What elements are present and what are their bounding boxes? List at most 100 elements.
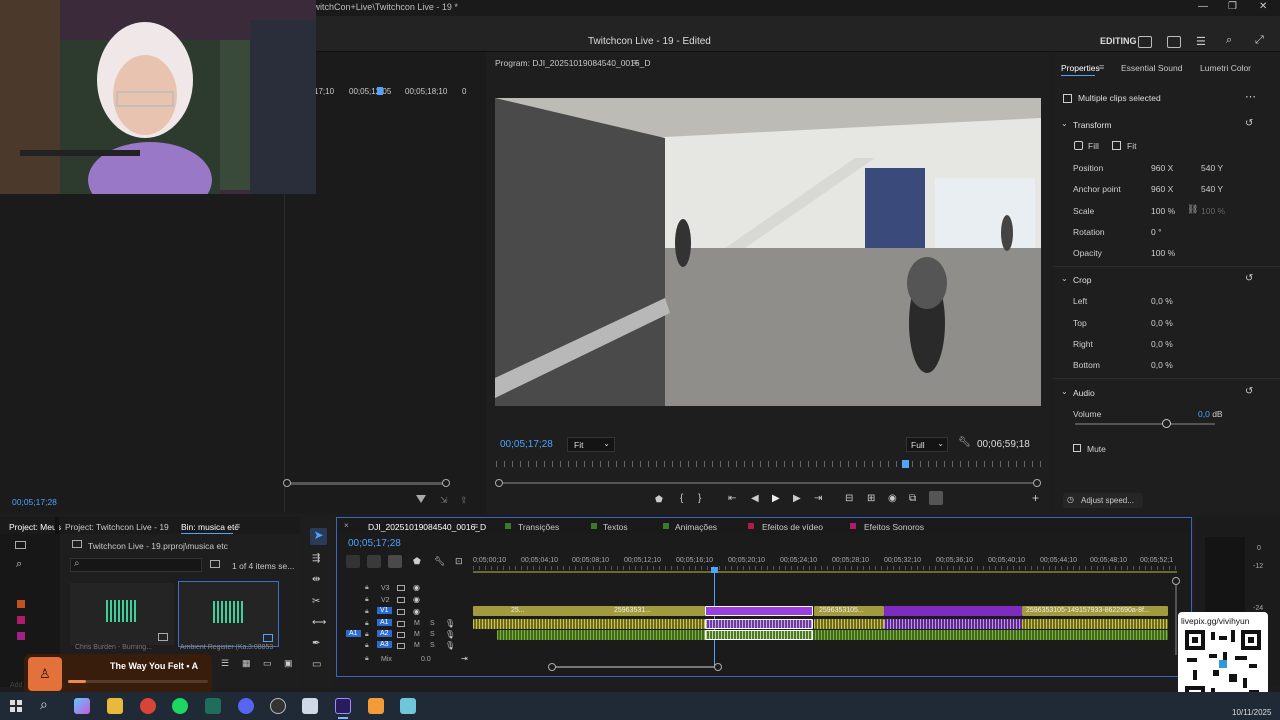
program-scroll-left[interactable]: [495, 479, 503, 487]
volume-slider-track[interactable]: [1075, 423, 1215, 425]
volume-slider-knob[interactable]: [1162, 419, 1171, 428]
wrench-icon[interactable]: 🔧︎: [958, 437, 971, 448]
notepad-icon[interactable]: [400, 698, 416, 714]
add-marker-icon[interactable]: ⬟: [413, 556, 421, 567]
mark-in-icon[interactable]: {: [680, 493, 683, 504]
ripple-edit-tool-icon[interactable]: ⇹: [312, 574, 320, 585]
solo-track-icon[interactable]: S: [430, 620, 435, 627]
captions-icon[interactable]: ⊡: [455, 556, 463, 567]
fill-option[interactable]: Fill: [1088, 141, 1099, 151]
go-to-in-icon[interactable]: ⇤: [728, 493, 736, 504]
lock-icon[interactable]: 🔒︎: [365, 584, 369, 592]
menu-lines-icon[interactable]: ☰: [1196, 35, 1206, 48]
crop-bottom-value[interactable]: 0,0 %: [1151, 360, 1173, 370]
go-to-out-icon[interactable]: ⇥: [814, 493, 822, 504]
delete-icon[interactable]: ▣: [284, 658, 293, 669]
extract-icon[interactable]: ⊞: [867, 493, 875, 504]
new-folder-icon[interactable]: ▭: [263, 658, 272, 669]
zoom-fit-dropdown[interactable]: Fit ⌄: [567, 437, 615, 452]
a2-audio-clip[interactable]: [497, 630, 1168, 640]
timeline-settings-icon[interactable]: 🔧︎: [434, 556, 445, 567]
bin-search-input[interactable]: [70, 558, 202, 572]
panel-layout-icon[interactable]: [1138, 36, 1152, 48]
pen-tool-icon[interactable]: ✒︎: [312, 638, 320, 649]
step-back-icon[interactable]: ◀︎: [751, 493, 759, 504]
microphone-icon[interactable]: 🎙︎: [445, 619, 455, 628]
tab-project-meus[interactable]: Project: Meus: [9, 522, 61, 532]
now-playing-popup[interactable]: ♙ The Way You Felt • A: [24, 654, 212, 694]
mute-track-icon[interactable]: M: [414, 631, 420, 638]
search-icon[interactable]: ⌕: [1226, 34, 1232, 47]
program-playhead[interactable]: [902, 460, 909, 468]
reset-icon[interactable]: ↺: [1245, 273, 1253, 284]
compare-icon[interactable]: ⧉: [909, 493, 916, 504]
a1-audio-clip-purple[interactable]: [884, 619, 1022, 629]
start-windows-icon[interactable]: [10, 700, 22, 712]
filter-icon[interactable]: [416, 495, 426, 503]
camera-icon[interactable]: ◉: [888, 493, 897, 504]
track-select-tool-icon[interactable]: ⇶: [312, 553, 320, 564]
media-tile-2[interactable]: [178, 581, 279, 647]
track-label-v1[interactable]: V1: [377, 607, 392, 614]
close-icon[interactable]: ×: [344, 521, 349, 530]
vertical-scroll-top[interactable]: [1172, 577, 1180, 585]
selection-tool-icon[interactable]: ➤: [310, 528, 327, 545]
track-label-a3[interactable]: A3: [377, 641, 392, 648]
multicam-icon[interactable]: [929, 491, 943, 505]
search-icon[interactable]: ⌕: [16, 558, 22, 571]
a2-audio-clip-selected[interactable]: [705, 630, 813, 640]
tab-sequence[interactable]: DJI_20251019084540_0016_D: [368, 522, 486, 532]
crop-right-value[interactable]: 0,0 %: [1151, 339, 1173, 349]
linked-selection-icon[interactable]: [388, 555, 402, 568]
mix-value[interactable]: 0.0: [421, 656, 431, 663]
solo-track-icon[interactable]: S: [430, 642, 435, 649]
discord-icon[interactable]: [238, 698, 254, 714]
tab-animacoes[interactable]: Animações: [675, 522, 717, 532]
a1-audio-clip[interactable]: [473, 619, 705, 629]
adjust-speed-button[interactable]: ◷ Adjust speed...: [1063, 493, 1143, 508]
lock-icon[interactable]: 🔒︎: [365, 631, 369, 639]
tab-textos[interactable]: Textos: [603, 522, 628, 532]
rectangle-tool-icon[interactable]: ▭: [312, 659, 321, 670]
eye-icon[interactable]: ◉: [413, 607, 420, 616]
mute-checkbox[interactable]: [1073, 444, 1081, 452]
app-window-icon[interactable]: [302, 698, 318, 714]
microphone-icon[interactable]: 🎙︎: [445, 630, 455, 639]
slip-tool-icon[interactable]: ⟷: [312, 617, 326, 628]
bin-menu-icon[interactable]: ≡: [235, 521, 240, 531]
v1-clip-purple[interactable]: [884, 606, 1022, 616]
sync-lock-icon[interactable]: [397, 621, 405, 627]
program-timecode[interactable]: 00;05;17;28: [500, 439, 553, 450]
tab-efeitos-video[interactable]: Efeitos de vídeo: [762, 522, 823, 532]
sync-lock-icon[interactable]: [397, 609, 405, 615]
source-playhead[interactable]: [377, 87, 383, 95]
quality-dropdown[interactable]: Full ⌄: [906, 437, 948, 452]
chrome-icon[interactable]: [140, 698, 156, 714]
timeline-scrollbar[interactable]: [551, 666, 719, 668]
crop-left-value[interactable]: 0,0 %: [1151, 296, 1173, 306]
track-label-a1[interactable]: A1: [377, 619, 392, 626]
terminal-icon[interactable]: [205, 698, 221, 714]
lock-icon[interactable]: 🔒︎: [365, 642, 369, 650]
workspace-label[interactable]: EDITING: [1100, 36, 1137, 46]
mute-track-icon[interactable]: M: [414, 620, 420, 627]
microphone-icon[interactable]: 🎙︎: [445, 641, 455, 650]
volume-value[interactable]: 0,0 dB: [1198, 409, 1223, 419]
play-icon[interactable]: ▶︎: [772, 493, 780, 504]
premiere-taskbar-icon[interactable]: [335, 698, 351, 714]
media-player-icon[interactable]: [368, 698, 384, 714]
fullscreen-icon[interactable]: ⤢: [1255, 34, 1264, 47]
razor-tool-icon[interactable]: ✂︎: [312, 596, 320, 607]
rotation-value[interactable]: 0 °: [1151, 227, 1162, 237]
eye-icon[interactable]: ◉: [413, 595, 420, 604]
tab-project-twitchcon[interactable]: Project: Twitchcon Live - 19: [65, 522, 169, 532]
timeline-scroll-right[interactable]: [714, 663, 722, 671]
lock-icon[interactable]: 🔒︎: [365, 655, 369, 663]
lock-icon[interactable]: 🔒︎: [365, 608, 369, 616]
tab-properties[interactable]: Properties: [1061, 63, 1100, 73]
obs-icon[interactable]: [270, 698, 286, 714]
add-marker-icon[interactable]: ⬟: [655, 494, 663, 505]
source-patch-a1[interactable]: A1: [346, 630, 361, 637]
timeline-scroll-left[interactable]: [548, 663, 556, 671]
new-item-icon[interactable]: ⇲: [440, 495, 448, 506]
